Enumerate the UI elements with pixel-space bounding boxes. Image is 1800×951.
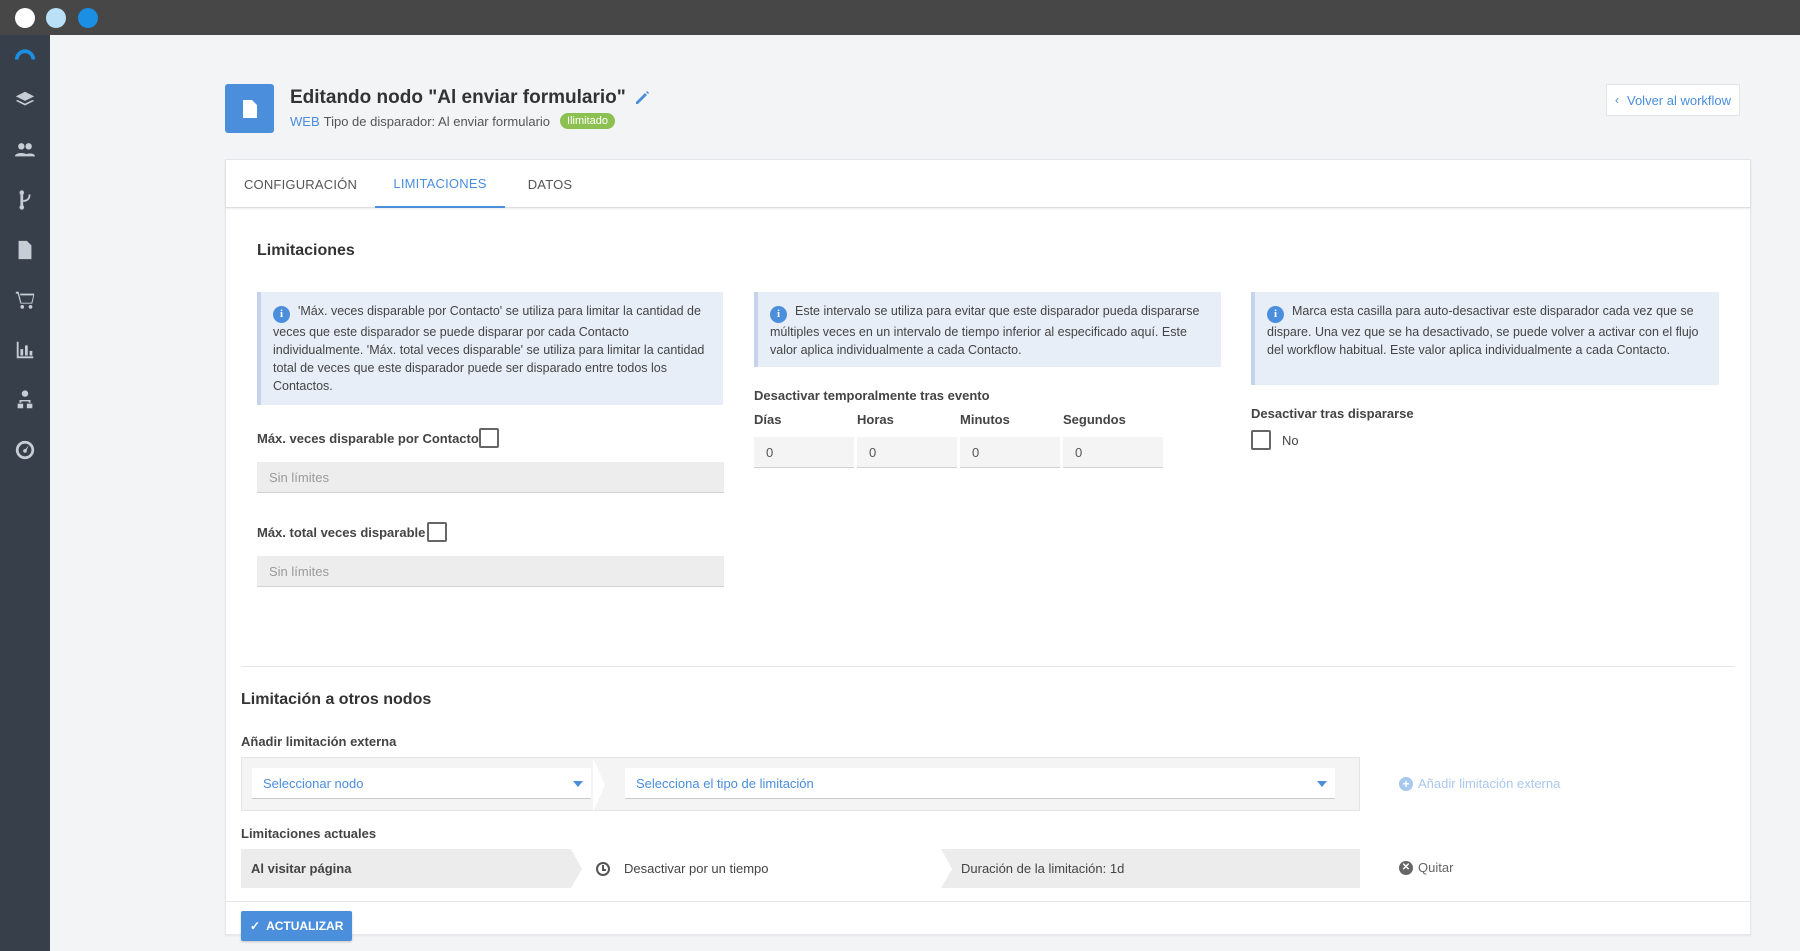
node-editor-card: CONFIGURACIÓN LIMITACIONES DATOS Limitac… [225, 159, 1751, 941]
check-icon: ✓ [250, 919, 261, 933]
sitemap-icon[interactable] [12, 387, 38, 413]
deactivate-temp-label: Desactivar temporalmente tras evento [754, 388, 990, 403]
info-text-interval: Este intervalo se utiliza para evitar qu… [770, 304, 1200, 357]
days-label: Días [754, 412, 782, 427]
info-icon: i [273, 305, 290, 323]
max-per-contact-label: Máx. veces disparable por Contacto [257, 431, 479, 446]
chart-icon[interactable] [12, 337, 38, 363]
tab-datos[interactable]: DATOS [505, 160, 595, 208]
row-separator [941, 849, 952, 888]
document-icon[interactable] [12, 237, 38, 263]
max-total-input[interactable]: Sin límites [257, 556, 724, 587]
minutes-label: Minutos [960, 412, 1010, 427]
info-text-auto-deactivate: Marca esta casilla para auto-desactivar … [1267, 304, 1699, 357]
cart-icon[interactable] [12, 287, 38, 313]
add-external-button-label: Añadir limitación externa [1418, 776, 1561, 791]
close-circle-icon: ✕ [1399, 860, 1413, 875]
dashboard-icon[interactable] [12, 437, 38, 463]
max-total-label: Máx. total veces disparable [257, 525, 426, 540]
page-subtitle: WEB Tipo de disparador: Al enviar formul… [290, 113, 616, 129]
seconds-input[interactable]: 0 [1063, 437, 1163, 468]
sidebar [0, 35, 50, 951]
max-per-contact-checkbox[interactable] [479, 428, 499, 448]
footer-divider [226, 901, 1750, 902]
update-button[interactable]: ✓ ACTUALIZAR [241, 911, 353, 941]
info-icon: i [770, 305, 787, 323]
remove-limitation-button[interactable]: ✕ Quitar [1399, 860, 1453, 875]
contacts-icon[interactable] [12, 137, 38, 163]
external-limitation-row: Seleccionar nodo Selecciona el tipo de l… [241, 757, 1360, 812]
clock-icon [596, 861, 610, 876]
current-limitation-type: Desactivar por un tiempo [596, 849, 769, 888]
minutes-input[interactable]: 0 [960, 437, 1060, 468]
web-label: WEB [290, 113, 320, 129]
logo-icon[interactable] [12, 41, 38, 67]
hours-label: Horas [857, 412, 894, 427]
plus-circle-icon: + [1399, 776, 1413, 791]
current-limitation-duration: Duración de la limitación: 1d [961, 861, 1125, 876]
window-maximize-button[interactable] [78, 8, 98, 28]
window-titlebar [0, 0, 1800, 35]
layers-icon[interactable] [12, 87, 38, 113]
seconds-label: Segundos [1063, 412, 1126, 427]
current-limitation-type-text: Desactivar por un tiempo [624, 861, 769, 876]
back-to-workflow-button[interactable]: ‹ Volver al workflow [1606, 84, 1741, 116]
info-icon: i [1267, 305, 1284, 323]
current-limitation-row: Al visitar página Desactivar por un tiem… [241, 849, 1360, 888]
edit-pencil-icon[interactable] [634, 90, 650, 106]
deactivate-after-label: Desactivar tras dispararse [1251, 406, 1414, 421]
page-title: Editando nodo "Al enviar formulario" [290, 87, 650, 109]
window-close-button[interactable] [15, 8, 35, 28]
info-box-max-triggers: i 'Máx. veces disparable por Contacto' se… [257, 292, 723, 405]
row-separator [593, 758, 605, 812]
add-external-label: Añadir limitación externa [241, 734, 397, 749]
select-type-placeholder: Selecciona el tipo de limitación [636, 775, 814, 791]
deactivate-after-value: No [1282, 433, 1299, 448]
hours-input[interactable]: 0 [857, 437, 957, 468]
status-badge: Ilimitado [560, 113, 616, 129]
tab-limitaciones[interactable]: LIMITACIONES [375, 160, 505, 208]
info-box-interval: i Este intervalo se utiliza para evitar q… [754, 292, 1221, 367]
days-input[interactable]: 0 [754, 437, 854, 468]
max-per-contact-input[interactable]: Sin límites [257, 462, 724, 493]
main-content: Editando nodo "Al enviar formulario" WEB… [50, 35, 1800, 951]
select-node-dropdown[interactable]: Seleccionar nodo [252, 768, 591, 799]
current-limitation-node: Al visitar página [251, 861, 352, 876]
update-button-label: ACTUALIZAR [266, 919, 344, 933]
add-external-limitation-button[interactable]: + Añadir limitación externa [1399, 776, 1560, 791]
back-button-label: Volver al workflow [1627, 92, 1732, 108]
chevron-left-icon: ‹ [1615, 93, 1619, 107]
workflow-icon[interactable] [12, 187, 38, 213]
row-separator [571, 849, 582, 888]
deactivate-after-checkbox[interactable] [1251, 430, 1271, 450]
tab-bar: CONFIGURACIÓN LIMITACIONES DATOS [226, 160, 1750, 208]
select-limitation-type-dropdown[interactable]: Selecciona el tipo de limitación [625, 768, 1335, 799]
current-limitations-label: Limitaciones actuales [241, 826, 377, 841]
info-box-auto-deactivate: i Marca esta casilla para auto-desactivar… [1251, 292, 1719, 385]
caret-down-icon [573, 781, 583, 787]
caret-down-icon [1317, 781, 1327, 787]
node-type-icon [225, 84, 274, 133]
select-node-placeholder: Seleccionar nodo [263, 775, 364, 791]
page-title-text: Editando nodo "Al enviar formulario" [290, 87, 626, 108]
info-text-max-triggers: 'Máx. veces disparable por Contacto' se … [273, 304, 705, 393]
section-divider [241, 666, 1735, 667]
remove-button-label: Quitar [1418, 860, 1454, 875]
window-minimize-button[interactable] [46, 8, 66, 28]
other-nodes-section-title: Limitación a otros nodos [241, 691, 432, 708]
trigger-type-text: Tipo de disparador: Al enviar formulario [323, 113, 551, 129]
max-total-checkbox[interactable] [427, 522, 447, 542]
tab-configuracion[interactable]: CONFIGURACIÓN [226, 160, 375, 208]
limitations-section-title: Limitaciones [257, 242, 355, 259]
